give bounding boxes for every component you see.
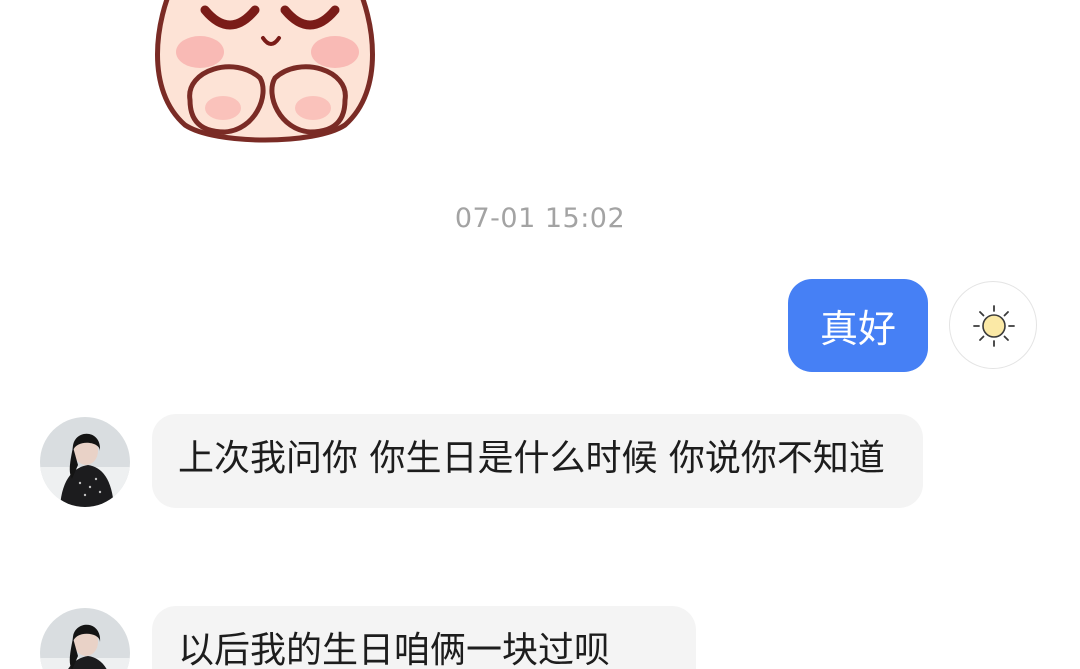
chat-screen: 07-01 15:02 真好 上次我问你 你生日是什么时候 你说你不知道 以后我… [0,0,1080,669]
girl-avatar-icon [40,417,130,507]
sun-icon [973,305,1015,347]
self-avatar[interactable] [949,281,1037,369]
girl-avatar-icon [40,608,130,669]
incoming-message-bubble[interactable]: 上次我问你 你生日是什么时候 你说你不知道 [152,414,923,508]
message-timestamp: 07-01 15:02 [454,203,626,234]
contact-avatar[interactable] [40,608,130,669]
contact-avatar[interactable] [40,417,130,507]
outgoing-message-bubble[interactable]: 真好 [788,279,928,372]
blushing-peach-sticker[interactable] [145,0,385,150]
incoming-message-bubble[interactable]: 以后我的生日咱俩一块过呗 [152,606,696,669]
